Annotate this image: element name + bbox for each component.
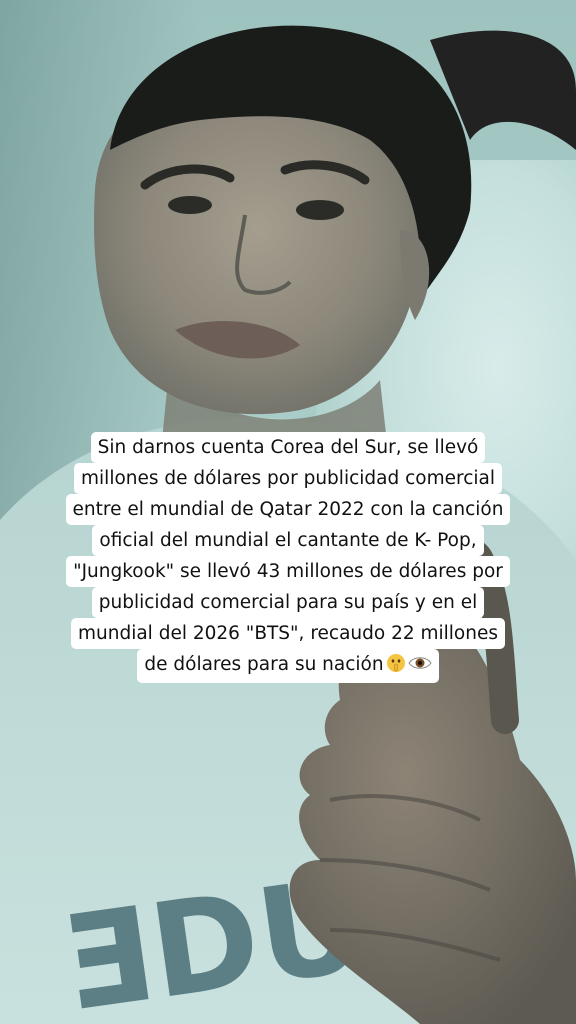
caption-line: publicidad comercial para su país y en e… [91, 587, 485, 618]
video-caption: Sin darnos cuenta Corea del Sur, se llev… [44, 432, 532, 683]
caption-line: oficial del mundial el cantante de K- Po… [92, 525, 484, 556]
caption-line-last: de dólares para su nación [137, 649, 439, 683]
photo-scene: ƎDU Sin darnos cuenta Corea del Sur, se … [0, 0, 576, 1024]
caption-line-text: de dólares para su nación [144, 654, 384, 675]
eye-emoji [407, 652, 432, 683]
caption-line: mundial del 2026 "BTS", recaudo 22 millo… [70, 618, 506, 649]
caption-line: millones de dólares por publicidad comer… [74, 463, 502, 494]
caption-line: Sin darnos cuenta Corea del Sur, se llev… [90, 432, 486, 463]
caption-line: "Jungkook" se llevó 43 millones de dólar… [66, 556, 510, 587]
caption-line: entre el mundial de Qatar 2022 con la ca… [65, 494, 511, 525]
shushing-face-emoji [386, 652, 406, 683]
